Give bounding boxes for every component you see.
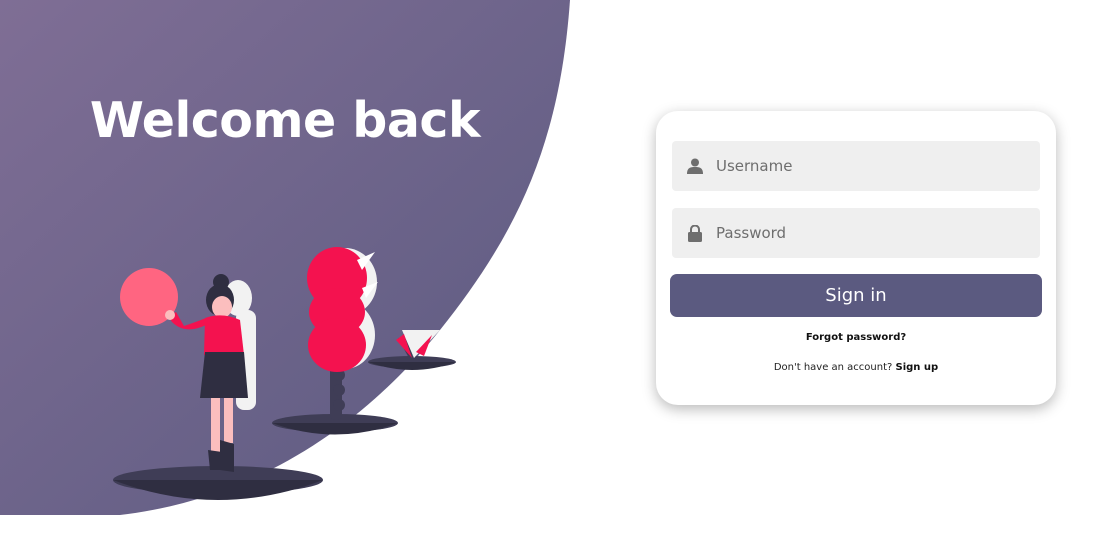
signup-prompt-line: Don't have an account? Sign up xyxy=(656,362,1056,373)
password-field[interactable] xyxy=(672,208,1040,258)
username-field[interactable] xyxy=(672,141,1040,191)
welcome-heading: Welcome back xyxy=(89,92,481,149)
login-page: Welcome back Username Sign in Forgot pas… xyxy=(0,0,1097,552)
user-icon xyxy=(686,157,704,175)
login-card: Sign in Forgot password? Don't have an a… xyxy=(656,111,1056,405)
sign-in-button[interactable]: Sign in xyxy=(670,274,1042,317)
signup-prompt-text: Don't have an account? xyxy=(773,362,893,373)
password-input[interactable] xyxy=(716,224,1016,242)
forgot-password-link[interactable]: Forgot password? xyxy=(656,332,1056,343)
username-input[interactable] xyxy=(716,157,1016,175)
lock-icon xyxy=(686,224,704,242)
sign-up-link[interactable]: Sign up xyxy=(896,362,939,373)
